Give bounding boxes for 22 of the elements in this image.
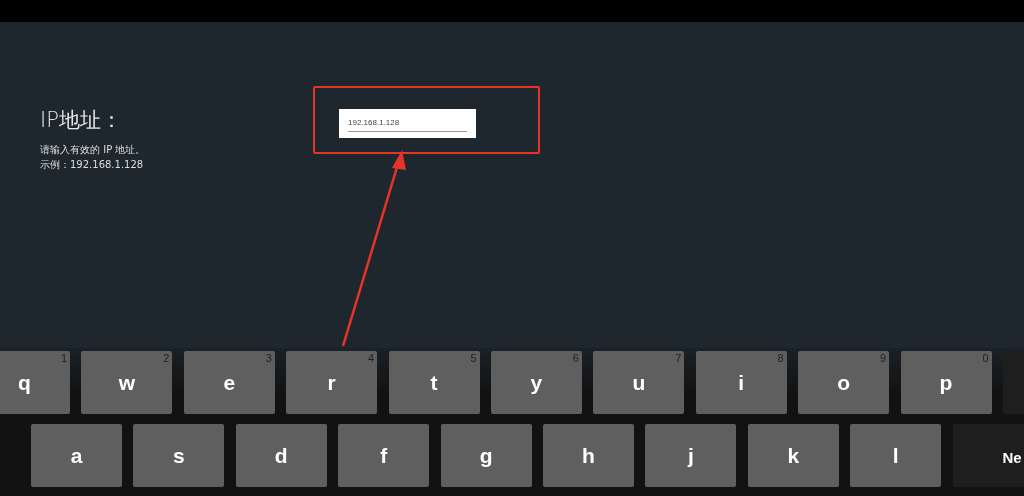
keyboard-key[interactable]: g (440, 424, 532, 487)
keyboard-key[interactable]: i 8 (695, 351, 787, 414)
keyboard-key[interactable]: q 1 (0, 351, 70, 414)
keyboard-key[interactable]: o 9 (798, 351, 890, 414)
keyboard-key[interactable]: p 0 (900, 351, 992, 414)
keyboard-key[interactable]: s (133, 424, 225, 487)
keyboard-key[interactable]: l (850, 424, 942, 487)
keyboard-key[interactable]: w 2 (81, 351, 173, 414)
setting-example: 示例：192.168.1.128 (40, 158, 145, 172)
ip-input-field[interactable]: 192.168.1.128 (339, 109, 476, 138)
keyboard-key[interactable]: d (235, 424, 327, 487)
keyboard-key[interactable]: f (338, 424, 430, 487)
keyboard-key[interactable]: k (747, 424, 839, 487)
keyboard-key[interactable]: r 4 (286, 351, 378, 414)
keyboard-key[interactable]: j (645, 424, 737, 487)
action-key[interactable]: Ne (952, 424, 1024, 487)
setting-title: IP地址： (40, 107, 123, 134)
keyboard-key[interactable]: a (31, 424, 122, 487)
setting-hint: 请输入有效的 IP 地址。 (40, 143, 146, 157)
keyboard-key[interactable]: h (542, 424, 634, 487)
keyboard-key[interactable]: t 5 (388, 351, 480, 414)
keyboard-key[interactable]: e 3 (183, 351, 275, 414)
